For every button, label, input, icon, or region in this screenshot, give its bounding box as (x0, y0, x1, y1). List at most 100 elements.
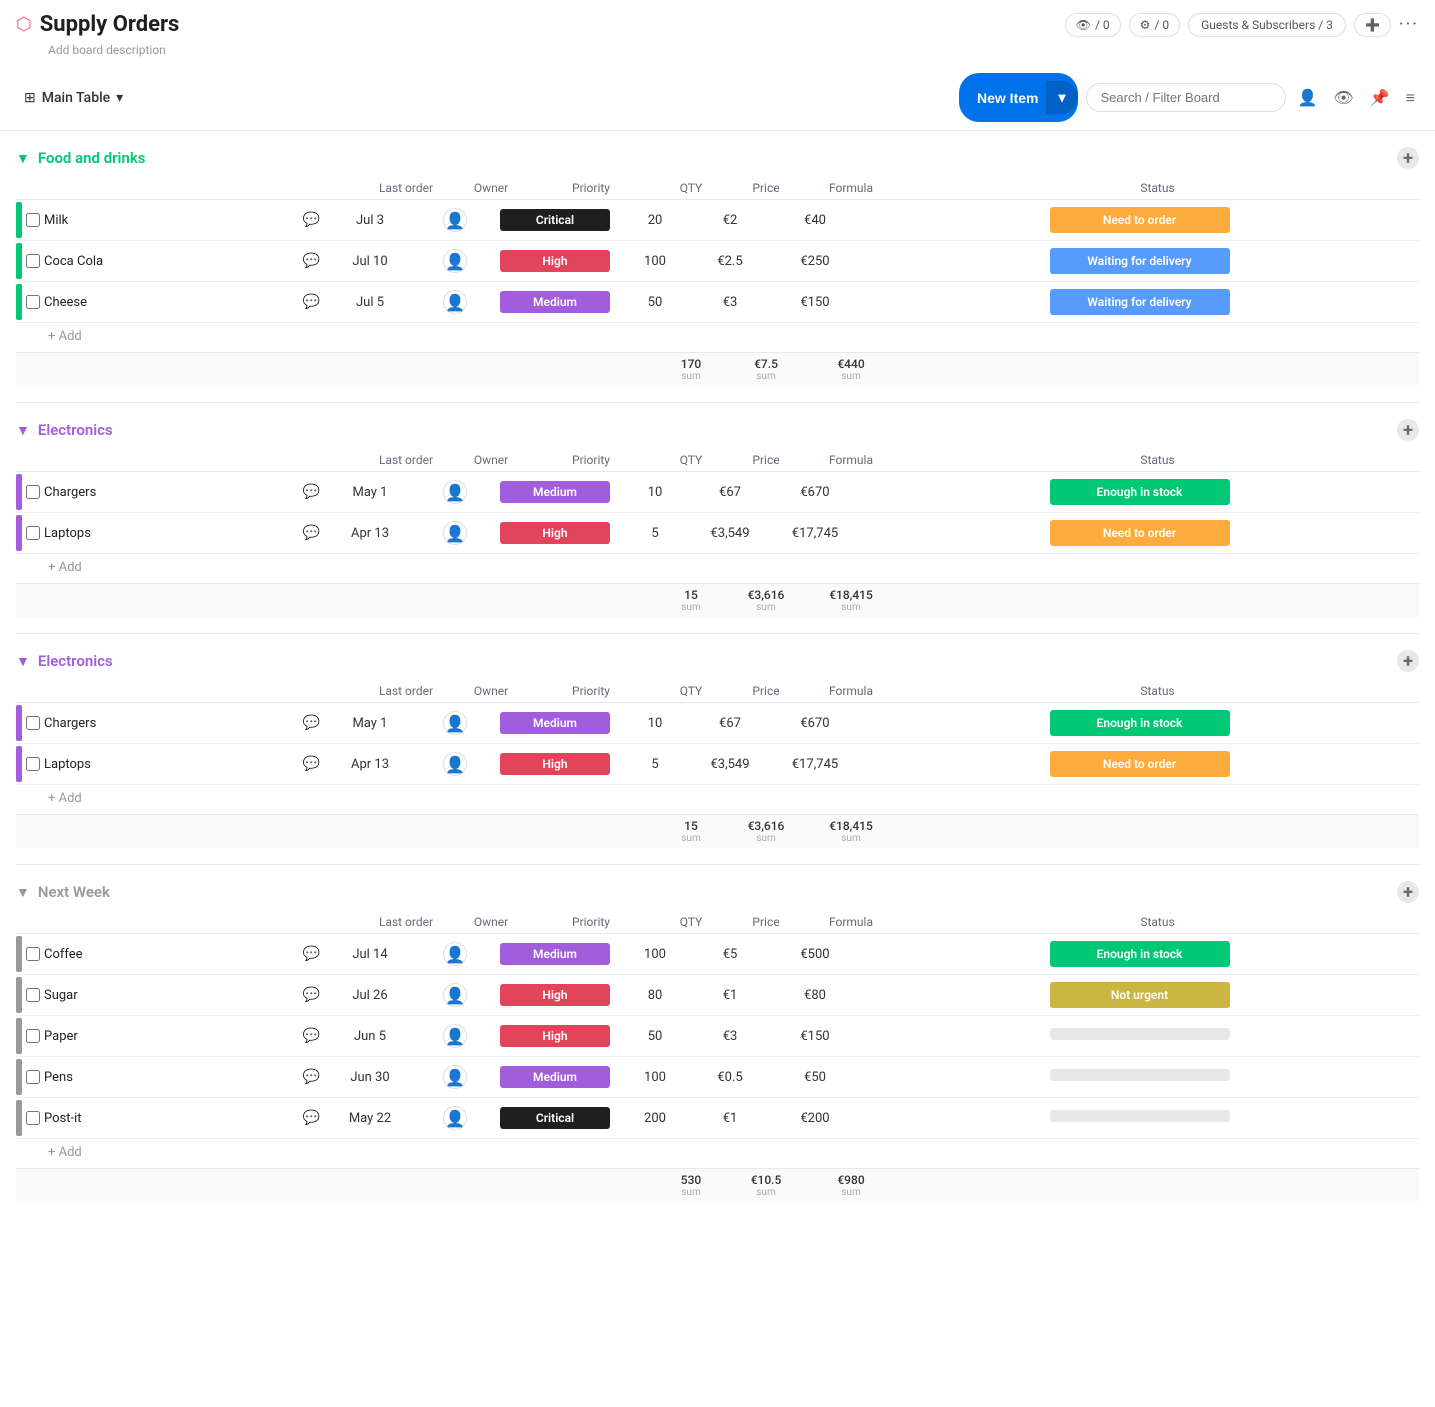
owner-avatar[interactable]: 👤 (443, 208, 467, 232)
comment-icon[interactable]: 💬 (303, 1069, 320, 1085)
group-header-electronics2[interactable]: ▼ Electronics + (0, 642, 1435, 680)
cell-priority: High (490, 984, 620, 1006)
board-description[interactable]: Add board description (0, 41, 1435, 65)
row-checkbox[interactable] (26, 1070, 40, 1084)
group-header-food[interactable]: ▼ Food and drinks + (0, 139, 1435, 177)
status-badge[interactable] (1050, 1028, 1230, 1040)
status-badge[interactable]: Need to order (1050, 207, 1230, 233)
comment-icon[interactable]: 💬 (303, 484, 320, 500)
group-toggle-nextweek[interactable]: ▼ (16, 884, 30, 901)
owner-avatar[interactable]: 👤 (443, 942, 467, 966)
comment-icon[interactable]: 💬 (303, 946, 320, 962)
comment-icon[interactable]: 💬 (303, 715, 320, 731)
status-badge[interactable] (1050, 1110, 1230, 1122)
priority-badge[interactable]: High (500, 1025, 610, 1047)
priority-badge[interactable]: High (500, 250, 610, 272)
cell-status: Waiting for delivery (860, 289, 1419, 315)
add-column-electronics2[interactable]: + (1397, 650, 1419, 672)
comment-icon[interactable]: 💬 (303, 525, 320, 541)
status-badge[interactable] (1050, 1069, 1230, 1081)
row-checkbox[interactable] (26, 947, 40, 961)
row-checkbox[interactable] (26, 716, 40, 730)
owner-avatar[interactable]: 👤 (443, 711, 467, 735)
priority-badge[interactable]: Medium (500, 481, 610, 503)
new-item-chevron[interactable]: ▾ (1046, 81, 1077, 114)
new-item-button[interactable]: New Item ▾ (959, 73, 1078, 122)
search-input[interactable] (1086, 83, 1286, 112)
status-badge[interactable]: Enough in stock (1050, 479, 1230, 505)
owner-avatar[interactable]: 👤 (443, 521, 467, 545)
row-checkbox[interactable] (26, 1111, 40, 1125)
row-accent (16, 243, 22, 279)
comment-icon[interactable]: 💬 (303, 756, 320, 772)
status-badge[interactable]: Need to order (1050, 520, 1230, 546)
status-badge[interactable]: Enough in stock (1050, 941, 1230, 967)
eye-filter-icon[interactable]: 👁 (1329, 84, 1357, 111)
priority-badge[interactable]: Medium (500, 943, 610, 965)
comment-icon[interactable]: 💬 (303, 253, 320, 269)
group-toggle-electronics2[interactable]: ▼ (16, 653, 30, 670)
status-badge[interactable]: Enough in stock (1050, 710, 1230, 736)
row-accent (16, 202, 22, 238)
priority-badge[interactable]: Medium (500, 291, 610, 313)
owner-avatar[interactable]: 👤 (443, 249, 467, 273)
status-badge[interactable]: Waiting for delivery (1050, 248, 1230, 274)
row-checkbox[interactable] (26, 988, 40, 1002)
priority-badge[interactable]: High (500, 984, 610, 1006)
priority-badge[interactable]: Medium (500, 1066, 610, 1088)
cell-formula: €17,745 (770, 526, 860, 541)
pin-icon[interactable]: 📌 (1366, 84, 1394, 111)
group-header-electronics1[interactable]: ▼ Electronics + (0, 411, 1435, 449)
row-checkbox[interactable] (26, 757, 40, 771)
comment-icon[interactable]: 💬 (303, 212, 320, 228)
add-column-nextweek[interactable]: + (1397, 881, 1419, 903)
invite-icon[interactable]: ➕ (1354, 13, 1391, 37)
row-checkbox[interactable] (26, 485, 40, 499)
row-checkbox[interactable] (26, 213, 40, 227)
group-toggle-electronics1[interactable]: ▼ (16, 422, 30, 439)
sum-formula: €18,415 sum (806, 819, 896, 844)
priority-badge[interactable]: Critical (500, 209, 610, 231)
cell-status (860, 1069, 1419, 1085)
status-badge[interactable]: Need to order (1050, 751, 1230, 777)
comment-icon[interactable]: 💬 (303, 1110, 320, 1126)
add-row-button[interactable]: + Add (16, 1139, 1419, 1166)
guests-pill[interactable]: Guests & Subscribers / 3 (1188, 13, 1346, 37)
add-column-electronics1[interactable]: + (1397, 419, 1419, 441)
views-pill[interactable]: 👁 / 0 (1065, 13, 1121, 37)
owner-avatar[interactable]: 👤 (443, 1106, 467, 1130)
priority-badge[interactable]: High (500, 522, 610, 544)
row-checkbox[interactable] (26, 254, 40, 268)
owner-avatar[interactable]: 👤 (443, 752, 467, 776)
cell-owner: 👤 (420, 1065, 490, 1089)
comment-icon[interactable]: 💬 (303, 1028, 320, 1044)
owner-avatar[interactable]: 👤 (443, 983, 467, 1007)
comment-icon[interactable]: 💬 (303, 987, 320, 1003)
row-checkbox[interactable] (26, 526, 40, 540)
owner-avatar[interactable]: 👤 (443, 290, 467, 314)
filter-icon[interactable]: ≡ (1402, 84, 1419, 112)
priority-badge[interactable]: Medium (500, 712, 610, 734)
sum-qty-val: 530 (656, 1173, 726, 1187)
row-checkbox[interactable] (26, 295, 40, 309)
status-badge[interactable]: Not urgent (1050, 982, 1230, 1008)
add-column-food[interactable]: + (1397, 147, 1419, 169)
person-filter-icon[interactable]: 👤 (1294, 84, 1322, 111)
add-row-button[interactable]: + Add (16, 323, 1419, 350)
comment-icon[interactable]: 💬 (303, 294, 320, 310)
owner-avatar[interactable]: 👤 (443, 1065, 467, 1089)
main-table-button[interactable]: ⊞ Main Table ▾ (16, 84, 131, 112)
row-checkbox[interactable] (26, 1029, 40, 1043)
owner-avatar[interactable]: 👤 (443, 480, 467, 504)
more-options-button[interactable]: ··· (1399, 14, 1419, 35)
group-header-nextweek[interactable]: ▼ Next Week + (0, 873, 1435, 911)
priority-badge[interactable]: Critical (500, 1107, 610, 1129)
owner-avatar[interactable]: 👤 (443, 1024, 467, 1048)
status-badge[interactable]: Waiting for delivery (1050, 289, 1230, 315)
add-row-button[interactable]: + Add (16, 554, 1419, 581)
group-toggle-food[interactable]: ▼ (16, 150, 30, 167)
sum-qty: 15 sum (656, 588, 726, 613)
automations-pill[interactable]: ⚙ / 0 (1129, 13, 1180, 37)
priority-badge[interactable]: High (500, 753, 610, 775)
add-row-button[interactable]: + Add (16, 785, 1419, 812)
